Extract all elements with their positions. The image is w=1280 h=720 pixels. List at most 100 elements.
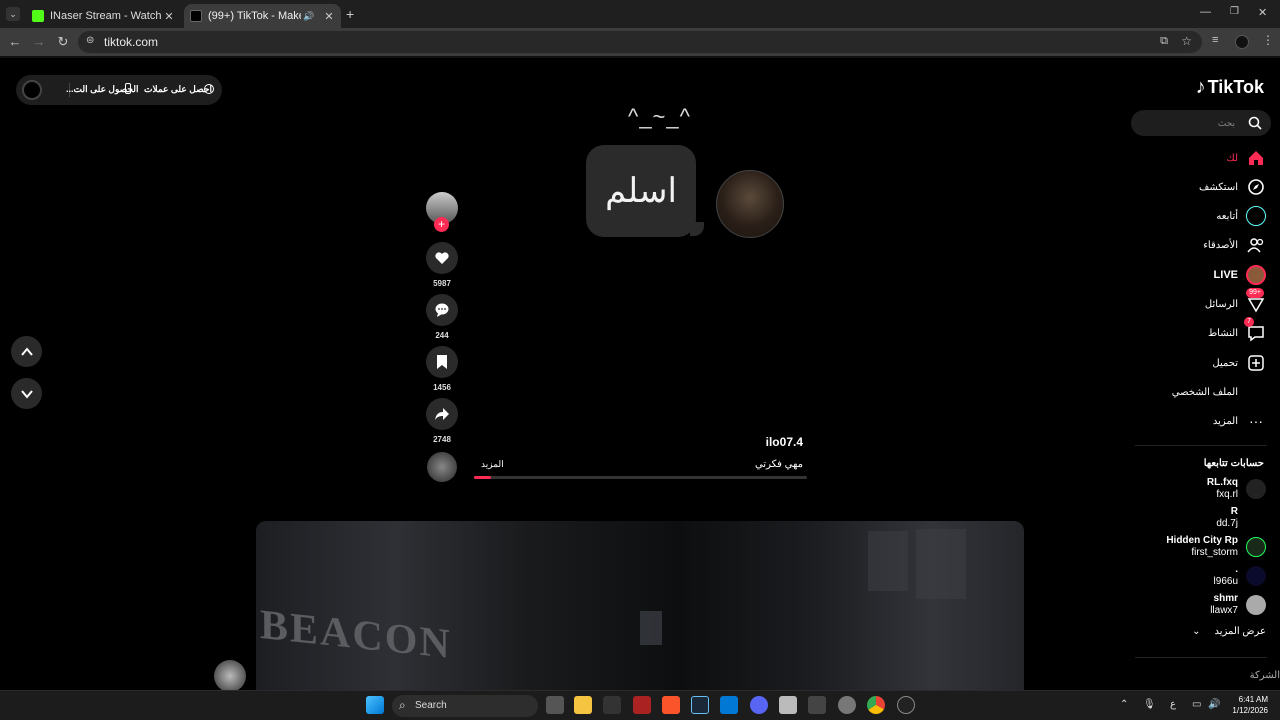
account-item[interactable]: Rdd.7j xyxy=(1216,505,1266,531)
activity-badge: 7 xyxy=(1244,317,1254,327)
steam-icon[interactable] xyxy=(691,696,709,714)
account-item[interactable]: Hidden City Rp first_storm xyxy=(1166,534,1266,560)
forward-icon[interactable]: → xyxy=(31,34,47,50)
language-indicator[interactable]: ع xyxy=(1170,699,1176,710)
more-link[interactable]: المزيد xyxy=(481,459,504,470)
chevron-down-icon xyxy=(20,389,33,399)
tiktok-icon xyxy=(190,10,202,22)
chevron-down-icon: ⌄ xyxy=(1192,626,1201,637)
activity-icon: 7 xyxy=(1244,317,1266,343)
account-item[interactable]: shmr llawx7 xyxy=(1210,592,1266,618)
back-icon[interactable]: ← xyxy=(7,34,23,50)
minimize-icon[interactable]: — xyxy=(1200,6,1211,18)
windows-start-icon[interactable] xyxy=(366,696,384,714)
tab-kick[interactable]: INaser Stream - Watch Live on K ✕ xyxy=(26,4,181,28)
app-icon[interactable] xyxy=(603,696,621,714)
taskbar-search[interactable]: ⌕ Search xyxy=(392,695,538,717)
comment-avatar[interactable] xyxy=(214,660,246,692)
restore-icon[interactable]: ❐ xyxy=(1230,6,1239,17)
install-icon[interactable]: ⧉ xyxy=(1160,35,1168,48)
account-item[interactable]: . l966u xyxy=(1214,563,1266,589)
nav-label: الملف الشخصي xyxy=(1171,386,1238,398)
display-icon[interactable]: ▭ xyxy=(1192,699,1201,710)
previous-video-button[interactable] xyxy=(11,336,42,367)
sidebar-item-messages[interactable]: الرسائل 99+ xyxy=(1205,288,1266,315)
app-icon[interactable] xyxy=(897,696,915,714)
following-accounts-header: حسابات تتابعها xyxy=(1203,458,1264,469)
reload-icon[interactable]: ↻ xyxy=(55,34,71,50)
microphone-icon[interactable]: 🎙 xyxy=(1143,699,1156,710)
notepad-icon[interactable] xyxy=(779,696,797,714)
messages-icon: 99+ xyxy=(1246,288,1266,314)
close-icon[interactable]: ✕ xyxy=(161,10,177,23)
profile-avatar[interactable] xyxy=(1235,35,1249,49)
show-more-button[interactable]: عرض المزيد ⌄ xyxy=(1192,626,1266,637)
file-explorer-icon[interactable] xyxy=(574,696,592,714)
follow-button[interactable]: + xyxy=(434,217,449,232)
site-info-icon[interactable]: ⊜ xyxy=(86,35,94,46)
logo-text: TikTok xyxy=(1207,76,1264,97)
browser-tab-bar: ⌄ INaser Stream - Watch Live on K ✕ (99+… xyxy=(0,0,1280,28)
menu-icon[interactable]: ⋮ xyxy=(1262,33,1274,47)
account-username: dd.7j xyxy=(1216,518,1238,529)
phone-icon xyxy=(125,83,131,94)
sidebar-item-following[interactable]: أتابعه xyxy=(1216,205,1266,227)
music-disc-icon[interactable] xyxy=(427,452,457,482)
profile-icon xyxy=(1246,382,1266,402)
url-field[interactable]: ⊜ tiktok.com ⧉ ☆ xyxy=(78,31,1202,53)
avatar xyxy=(1246,537,1266,557)
bookmark-icon xyxy=(437,355,447,369)
get-coins-button[interactable]: احصل على عملات xyxy=(144,84,212,95)
save-button[interactable] xyxy=(426,346,458,378)
chevron-up-icon xyxy=(20,346,33,356)
app-icon[interactable] xyxy=(633,696,651,714)
search-input[interactable]: بحث xyxy=(1131,110,1271,136)
theme-toggle[interactable] xyxy=(22,80,42,100)
avatar xyxy=(1246,508,1266,528)
app-icon[interactable] xyxy=(720,696,738,714)
speaker-icon[interactable]: 🔊 xyxy=(301,11,317,22)
tab-search-icon[interactable]: ⌄ xyxy=(6,7,20,21)
search-icon: ⌕ xyxy=(399,698,406,712)
video-scene-window xyxy=(868,531,908,591)
task-view-icon[interactable] xyxy=(546,696,564,714)
chevron-up-icon[interactable]: ⌃ xyxy=(1120,699,1128,710)
company-link[interactable]: الشركة xyxy=(1250,670,1280,681)
next-video-button[interactable] xyxy=(11,378,42,409)
volume-icon[interactable]: 🔊 xyxy=(1208,699,1220,710)
taskbar-clock[interactable]: 6:41 AM 1/12/2026 xyxy=(1232,694,1268,716)
bookmark-star-icon[interactable]: ☆ xyxy=(1181,34,1192,48)
avatar xyxy=(1246,595,1266,615)
close-window-icon[interactable]: ✕ xyxy=(1258,6,1267,19)
tiktok-logo[interactable]: ♪ TikTok xyxy=(1196,76,1264,98)
close-icon[interactable]: ✕ xyxy=(321,10,337,23)
brave-icon[interactable] xyxy=(662,696,680,714)
sidebar-item-friends[interactable]: الأصدقاء xyxy=(1203,234,1266,256)
media-control-icon[interactable]: ≡ xyxy=(1212,34,1218,46)
search-icon[interactable] xyxy=(1247,115,1263,131)
chrome-icon[interactable] xyxy=(867,696,885,714)
account-item[interactable]: RL.fxq fxq.rl xyxy=(1207,476,1266,502)
next-video-player[interactable]: BEACON xyxy=(256,521,1024,691)
discord-icon[interactable] xyxy=(750,696,768,714)
share-button[interactable] xyxy=(426,398,458,430)
comment-button[interactable] xyxy=(426,294,458,326)
sidebar-item-explore[interactable]: استكشف xyxy=(1199,176,1266,198)
sidebar-item-for-you[interactable]: لك xyxy=(1227,147,1266,169)
sidebar-item-more[interactable]: المزيد ··· xyxy=(1213,410,1266,432)
video-username[interactable]: ilo07.4 xyxy=(766,435,803,449)
heart-icon xyxy=(435,252,449,264)
like-button[interactable] xyxy=(426,242,458,274)
sidebar-item-upload[interactable]: تحميل xyxy=(1212,352,1266,374)
settings-icon[interactable] xyxy=(838,696,856,714)
video-progress-bar[interactable] xyxy=(474,476,807,479)
nav-label: لك xyxy=(1226,152,1238,164)
sidebar-item-live[interactable]: LIVE xyxy=(1214,264,1266,286)
sidebar-item-activity[interactable]: النشاط 7 xyxy=(1208,317,1266,344)
new-tab-button[interactable]: + xyxy=(346,6,354,22)
compass-icon xyxy=(1246,177,1266,197)
sidebar-item-profile[interactable]: الملف الشخصي xyxy=(1172,381,1266,403)
account-name: RL.fxq xyxy=(1206,477,1238,488)
app-icon[interactable] xyxy=(808,696,826,714)
tab-tiktok[interactable]: (99+) TikTok - Make Your Day 🔊 ✕ xyxy=(184,4,341,28)
